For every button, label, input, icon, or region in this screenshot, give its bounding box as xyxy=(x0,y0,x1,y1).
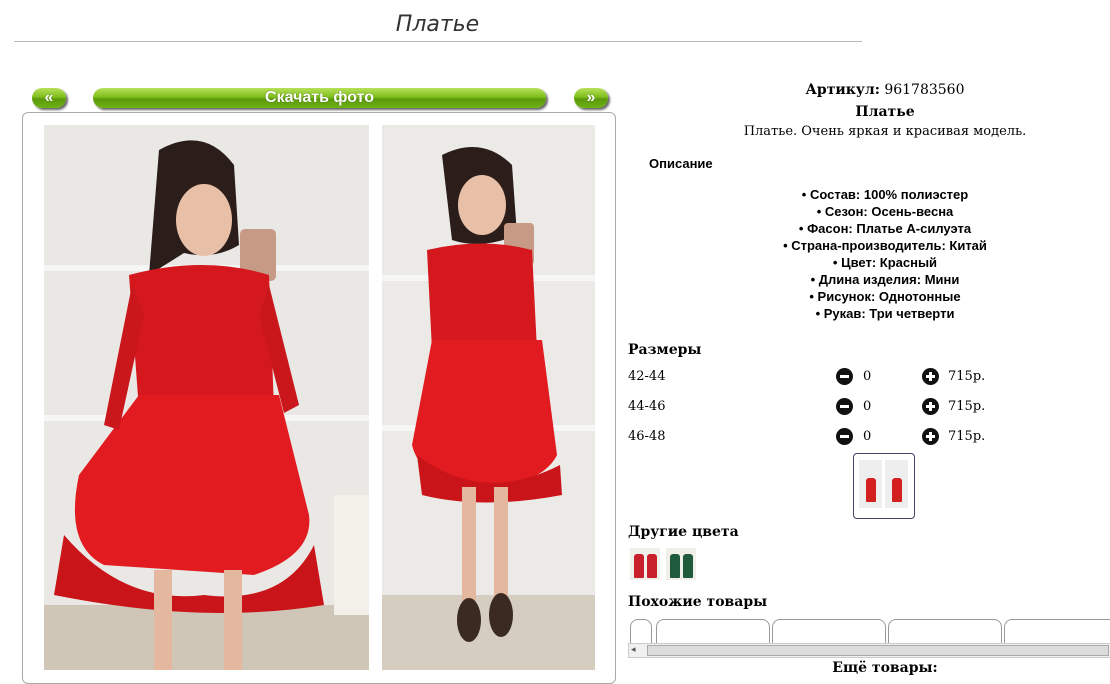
red-dress-swatch xyxy=(647,554,657,578)
product-short-description: Платье. Очень яркая и красивая модель. xyxy=(743,124,1027,139)
scrollbar-thumb[interactable] xyxy=(647,645,1109,656)
minus-icon[interactable] xyxy=(836,368,853,385)
size-price: 715р. xyxy=(948,429,986,444)
thumbnail-photo xyxy=(859,460,882,508)
next-photo-button[interactable]: » xyxy=(574,88,608,108)
size-label: 42-44 xyxy=(628,369,666,384)
size-label: 44-46 xyxy=(628,399,666,414)
size-price: 715р. xyxy=(948,399,986,414)
thumbnail-dress xyxy=(866,478,876,502)
artikul-line: Артикул: 961783560 xyxy=(620,82,1110,98)
feature-item: • Рукав: Три четверти xyxy=(815,306,955,321)
feature-item: • Рисунок: Однотонные xyxy=(809,289,961,304)
artikul-label: Артикул: xyxy=(805,82,880,98)
more-products-label[interactable]: Ещё товары: xyxy=(620,660,1110,676)
red-dress-swatch xyxy=(634,554,644,578)
product-name: Платье xyxy=(855,104,915,120)
similar-products-heading: Похожие товары xyxy=(628,594,768,610)
size-quantity: 0 xyxy=(863,399,872,414)
download-photo-button[interactable]: Скачать фото xyxy=(93,88,546,108)
size-quantity: 0 xyxy=(863,429,872,444)
product-thumbnail[interactable] xyxy=(853,453,915,519)
minus-icon[interactable] xyxy=(836,398,853,415)
sizes-heading: Размеры xyxy=(628,342,702,358)
minus-icon[interactable] xyxy=(836,428,853,445)
carousel-scrollbar[interactable]: ◂ xyxy=(628,643,1110,658)
artikul-value: 961783560 xyxy=(884,82,965,98)
feature-item: • Состав: 100% полиэстер xyxy=(801,187,969,202)
green-dress-swatch xyxy=(670,554,680,578)
description-heading: Описание xyxy=(649,156,713,171)
feature-item: • Длина изделия: Мини xyxy=(810,272,960,287)
thumbnail-photo xyxy=(885,460,908,508)
other-color-thumbnail-green[interactable] xyxy=(666,548,696,580)
size-row: 46-48 0 715р. xyxy=(628,425,1108,447)
plus-icon[interactable] xyxy=(922,428,939,445)
size-price: 715р. xyxy=(948,369,986,384)
size-row: 42-44 0 715р. xyxy=(628,365,1108,387)
size-quantity: 0 xyxy=(863,369,872,384)
plus-icon[interactable] xyxy=(922,398,939,415)
scroll-left-icon[interactable]: ◂ xyxy=(631,644,636,657)
feature-item: • Страна-производитель: Китай xyxy=(783,238,987,253)
feature-item: • Цвет: Красный xyxy=(832,255,938,270)
other-colors-heading: Другие цвета xyxy=(628,524,739,540)
thumbnail-dress xyxy=(892,478,902,502)
other-color-thumbnail-red[interactable] xyxy=(630,548,660,580)
feature-item: • Фасон: Платье А-силуэта xyxy=(798,221,972,236)
prev-photo-button[interactable]: « xyxy=(32,88,66,108)
product-photo-front[interactable] xyxy=(44,125,369,670)
plus-icon[interactable] xyxy=(922,368,939,385)
features-list: • Состав: 100% полиэстер • Сезон: Осень-… xyxy=(620,186,1110,322)
title-divider xyxy=(14,41,862,42)
feature-item: • Сезон: Осень-весна xyxy=(816,204,954,219)
size-row: 44-46 0 715р. xyxy=(628,395,1108,417)
green-dress-swatch xyxy=(683,554,693,578)
product-photo-side[interactable] xyxy=(382,125,595,670)
page-title: Платье xyxy=(395,12,480,37)
size-label: 46-48 xyxy=(628,429,666,444)
